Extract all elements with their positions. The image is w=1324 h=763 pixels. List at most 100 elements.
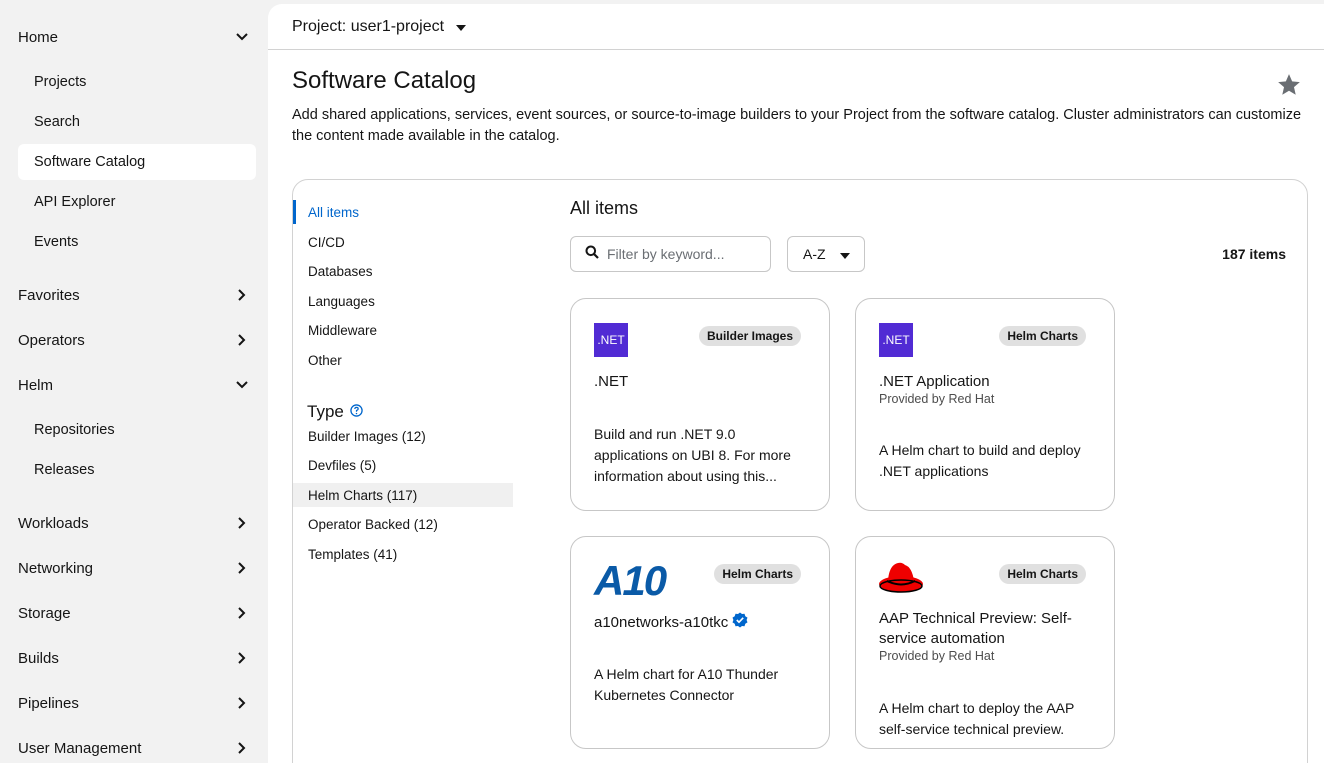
items-count: 187 items <box>1222 246 1286 262</box>
category-databases[interactable]: Databases <box>293 259 513 283</box>
category-all-items[interactable]: All items <box>293 200 513 224</box>
sidebar-item-search[interactable]: Search <box>18 104 256 140</box>
chevron-right-icon <box>234 650 250 666</box>
sidebar-item-projects[interactable]: Projects <box>18 64 256 100</box>
nav-section-storage[interactable]: Storage <box>18 599 250 627</box>
nav-section-label: Favorites <box>18 286 80 304</box>
type-label: Operator Backed (12) <box>308 516 438 532</box>
items-title: All items <box>570 198 639 218</box>
category-label: Databases <box>308 263 373 279</box>
sidebar-item-label: Releases <box>34 462 95 478</box>
star-icon[interactable] <box>1276 72 1302 98</box>
card-badge: Helm Charts <box>714 564 801 584</box>
catalog-card-dotnet-application[interactable]: .NET Helm Charts .NET Application Provid… <box>855 298 1115 511</box>
nav-section-label: Helm <box>18 376 54 394</box>
sidebar-item-software-catalog[interactable]: Software Catalog <box>18 144 256 180</box>
caret-down-icon <box>456 18 467 36</box>
category-label: Languages <box>308 293 375 309</box>
help-icon[interactable] <box>350 402 363 422</box>
catalog-card-a10networks[interactable]: A10 Helm Charts a10networks-a10tkc A Hel… <box>570 536 830 749</box>
main-content: Project: user1-project Software Catalog … <box>268 4 1324 763</box>
sidebar-item-label: Events <box>34 234 79 250</box>
type-label: Templates (41) <box>308 546 398 562</box>
chevron-right-icon <box>234 287 250 303</box>
a10-logo-text: A10 <box>594 557 667 604</box>
card-description: Build and run .NET 9.0 applications on U… <box>594 426 791 484</box>
chevron-down-icon <box>234 377 250 393</box>
sidebar-item-label: API Explorer <box>34 194 116 210</box>
type-devfiles[interactable]: Devfiles (5) <box>293 453 513 477</box>
redhat-hat-icon <box>878 559 924 600</box>
nav-section-home[interactable]: Home <box>18 23 250 51</box>
nav-section-label: User Management <box>18 739 142 757</box>
nav-section-label: Workloads <box>18 514 89 532</box>
chevron-right-icon <box>234 560 250 576</box>
card-title: AAP Technical Preview: Self-service auto… <box>879 610 1072 647</box>
project-selector[interactable]: Project: user1-project <box>292 17 467 36</box>
sidebar-item-label: Search <box>34 114 80 130</box>
nav-section-networking[interactable]: Networking <box>18 554 250 582</box>
type-label: Builder Images (12) <box>308 428 426 444</box>
sidebar-item-label: Repositories <box>34 422 115 438</box>
sidebar-item-releases[interactable]: Releases <box>18 452 256 488</box>
filter-field[interactable] <box>570 236 771 272</box>
sidebar-item-label: Projects <box>34 74 87 90</box>
nav-section-operators[interactable]: Operators <box>18 326 250 354</box>
dotnet-icon: .NET <box>879 323 913 357</box>
card-title: a10networks-a10tkc <box>594 614 729 631</box>
sidebar-nav: Home Projects Search Software Catalog AP… <box>0 0 268 763</box>
nav-section-label: Pipelines <box>18 694 79 712</box>
card-title: .NET <box>594 373 629 390</box>
nav-section-label: Storage <box>18 604 71 622</box>
card-badge: Helm Charts <box>999 564 1086 584</box>
sidebar-item-api-explorer[interactable]: API Explorer <box>18 184 256 220</box>
type-templates[interactable]: Templates (41) <box>293 542 513 566</box>
nav-section-user-management[interactable]: User Management <box>18 734 250 762</box>
card-provider: Provided by Red Hat <box>879 392 995 406</box>
category-label: Middleware <box>308 322 378 338</box>
type-label: Devfiles (5) <box>308 457 377 473</box>
type-helm-charts[interactable]: Helm Charts (117) <box>293 483 513 507</box>
page-title: Software Catalog <box>292 67 477 94</box>
chevron-right-icon <box>234 695 250 711</box>
sort-dropdown[interactable]: A-Z <box>787 236 865 272</box>
sidebar-item-events[interactable]: Events <box>18 224 256 260</box>
nav-section-helm[interactable]: Helm <box>18 371 250 399</box>
type-operator-backed[interactable]: Operator Backed (12) <box>293 512 513 536</box>
search-icon <box>585 245 599 264</box>
nav-section-workloads[interactable]: Workloads <box>18 509 250 537</box>
category-label: CI/CD <box>308 234 345 250</box>
catalog-panel: All items CI/CD Databases Languages Midd… <box>292 179 1308 763</box>
card-badge: Builder Images <box>698 326 801 346</box>
category-languages[interactable]: Languages <box>293 289 513 313</box>
category-ci-cd[interactable]: CI/CD <box>293 230 513 254</box>
project-label: Project: user1-project <box>292 17 445 35</box>
card-provider: Provided by Red Hat <box>879 649 995 663</box>
sidebar-item-label: Software Catalog <box>34 154 146 170</box>
verified-badge-icon <box>732 612 748 634</box>
chevron-down-icon <box>234 29 250 45</box>
category-middleware[interactable]: Middleware <box>293 318 513 342</box>
sort-value: A-Z <box>803 246 826 262</box>
type-label: Helm Charts (117) <box>308 487 418 503</box>
nav-section-builds[interactable]: Builds <box>18 644 250 672</box>
project-bar: Project: user1-project <box>268 4 1324 50</box>
sidebar-item-repositories[interactable]: Repositories <box>18 412 256 448</box>
category-label: All items <box>308 204 360 220</box>
a10-logo: A10 <box>594 557 667 605</box>
card-description: A Helm chart to deploy the AAP self-serv… <box>879 700 1075 737</box>
type-heading-label: Type <box>307 402 344 421</box>
nav-section-label: Home <box>18 28 59 46</box>
category-other[interactable]: Other <box>293 348 513 372</box>
catalog-card-dotnet[interactable]: .NET Builder Images .NET Build and run .… <box>570 298 830 511</box>
nav-section-label: Networking <box>18 559 94 577</box>
type-builder-images[interactable]: Builder Images (12) <box>293 424 513 448</box>
card-title: .NET Application <box>879 373 990 390</box>
catalog-card-aap-preview[interactable]: Helm Charts AAP Technical Preview: Self-… <box>855 536 1115 749</box>
page-description: Add shared applications, services, event… <box>292 107 1302 144</box>
chevron-right-icon <box>234 740 250 756</box>
nav-section-favorites[interactable]: Favorites <box>18 281 250 309</box>
nav-section-pipelines[interactable]: Pipelines <box>18 689 250 717</box>
filter-input[interactable] <box>607 246 767 262</box>
nav-section-label: Builds <box>18 649 59 667</box>
